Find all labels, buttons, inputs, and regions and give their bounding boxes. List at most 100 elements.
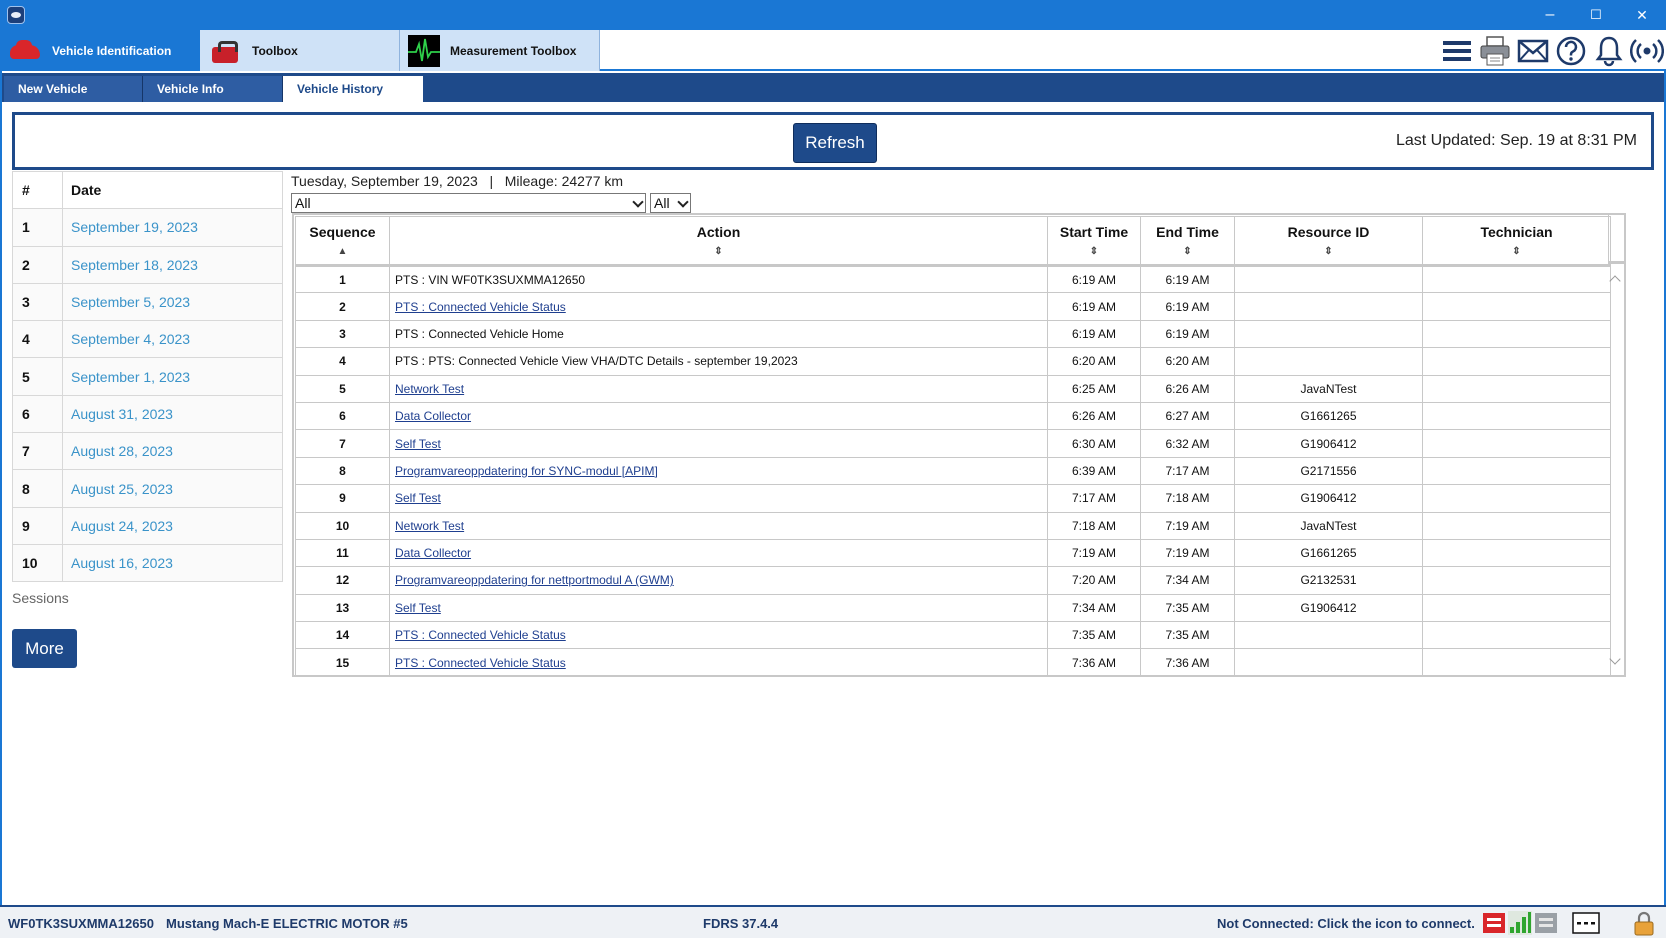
table-row[interactable]: 4 September 4, 2023 — [12, 320, 283, 359]
minimize-button[interactable]: – — [1528, 0, 1572, 30]
start-time-cell: 7:35 AM — [1047, 621, 1141, 650]
table-row: 13 Self Test 7:34 AM 7:35 AM G1906412 — [295, 593, 1611, 623]
session-date-link[interactable]: September 18, 2023 — [62, 245, 283, 284]
action-link[interactable]: Data Collector — [389, 538, 1048, 568]
table-row: 10 Network Test 7:18 AM 7:19 AM JavaNTest — [295, 511, 1611, 540]
table-row[interactable]: 5 September 1, 2023 — [12, 357, 283, 396]
more-button[interactable]: More — [12, 629, 77, 668]
action-link[interactable]: PTS : Connected Vehicle Status — [389, 292, 1048, 321]
column-header-resource-id[interactable]: Resource ID ⇕ — [1234, 216, 1423, 267]
table-row[interactable]: 7 August 28, 2023 — [12, 432, 283, 471]
column-header-action[interactable]: Action ⇕ — [389, 216, 1048, 267]
sort-ascending-icon[interactable]: ▲ — [296, 246, 389, 257]
app-tab-bar: Vehicle Identification Toolbox Measureme… — [0, 30, 1666, 71]
session-date-link[interactable]: August 16, 2023 — [62, 543, 283, 583]
lock-icon[interactable] — [1632, 911, 1656, 936]
tab-vehicle-history[interactable]: Vehicle History — [283, 76, 423, 102]
sort-icon[interactable]: ⇕ — [1048, 246, 1140, 257]
action-link[interactable]: PTS : Connected Vehicle Status — [389, 621, 1048, 650]
column-header-technician[interactable]: Technician ⇕ — [1422, 216, 1611, 267]
maximize-button[interactable]: ☐ — [1574, 0, 1618, 30]
session-date-link[interactable]: September 1, 2023 — [62, 357, 283, 396]
sort-icon[interactable]: ⇕ — [1141, 246, 1234, 257]
vci-gray-icon[interactable] — [1534, 911, 1558, 935]
sort-icon[interactable]: ⇕ — [1235, 246, 1422, 257]
close-button[interactable]: ✕ — [1620, 0, 1664, 30]
table-row[interactable]: 8 August 25, 2023 — [12, 469, 283, 508]
signal-bars-icon[interactable] — [1508, 911, 1532, 935]
tab-toolbox[interactable]: Toolbox — [200, 30, 400, 71]
resource-id-cell: G1906412 — [1234, 484, 1423, 513]
wireless-icon[interactable] — [1628, 33, 1666, 69]
session-summary: Tuesday, September 19, 2023 | Mileage: 2… — [291, 173, 624, 189]
help-icon[interactable] — [1552, 33, 1590, 69]
session-date-link[interactable]: September 5, 2023 — [62, 282, 283, 322]
refresh-button[interactable]: Refresh — [793, 123, 877, 163]
sort-icon[interactable]: ⇕ — [390, 246, 1047, 257]
status-connection: Not Connected: Click the icon to connect… — [1217, 916, 1475, 931]
action-link[interactable]: Network Test — [389, 374, 1048, 403]
sub-tab-bar: New Vehicle Vehicle Info Vehicle History — [0, 73, 1666, 102]
mail-icon[interactable] — [1514, 33, 1552, 69]
table-row[interactable]: 1 September 19, 2023 — [12, 208, 283, 247]
session-date-link[interactable]: August 25, 2023 — [62, 469, 283, 508]
start-time-cell: 7:34 AM — [1047, 593, 1141, 623]
actions-table-container: Sequence ▲ Action ⇕ Start Time ⇕ End Time ⇕ … — [292, 213, 1626, 677]
session-date-link[interactable]: September 19, 2023 — [62, 208, 283, 247]
action-cell: PTS : PTS: Connected Vehicle View VHA/DT… — [389, 347, 1048, 376]
action-link[interactable]: Self Test — [389, 593, 1048, 623]
session-date-link[interactable]: August 31, 2023 — [62, 394, 283, 434]
action-link[interactable]: Programvareoppdatering for SYNC-modul [A… — [389, 456, 1048, 486]
start-time-cell: 7:20 AM — [1047, 566, 1141, 595]
session-date-link[interactable]: August 24, 2023 — [62, 506, 283, 545]
sort-icon[interactable]: ⇕ — [1423, 246, 1610, 257]
scroll-down-icon[interactable] — [1609, 653, 1621, 665]
menu-icon[interactable] — [1438, 33, 1476, 69]
scroll-up-icon[interactable] — [1609, 275, 1621, 287]
table-row: 1 PTS : VIN WF0TK3SUXMMA12650 6:19 AM 6:19 … — [295, 264, 1611, 294]
technician-cell — [1422, 621, 1611, 650]
session-number: 5 — [12, 357, 63, 396]
tab-measurement-toolbox[interactable]: Measurement Toolbox — [400, 30, 600, 71]
dash-icon[interactable] — [1572, 911, 1600, 935]
column-header-sequence[interactable]: Sequence ▲ — [295, 216, 390, 267]
table-row[interactable]: 9 August 24, 2023 — [12, 506, 283, 545]
table-row[interactable]: 2 September 18, 2023 — [12, 245, 283, 284]
tab-new-vehicle[interactable]: New Vehicle — [4, 76, 143, 102]
chevron-down-icon — [677, 196, 689, 208]
tab-vehicle-identification[interactable]: Vehicle Identification — [0, 30, 200, 71]
sequence-cell: 10 — [295, 511, 390, 540]
action-link[interactable]: Data Collector — [389, 401, 1048, 431]
table-row[interactable]: 6 August 31, 2023 — [12, 394, 283, 434]
start-time-cell: 6:25 AM — [1047, 374, 1141, 403]
session-date-link[interactable]: September 4, 2023 — [62, 320, 283, 359]
bell-icon[interactable] — [1590, 33, 1628, 69]
table-row[interactable]: 10 August 16, 2023 — [12, 543, 283, 583]
actions-header-row: Sequence ▲ Action ⇕ Start Time ⇕ End Time ⇕ … — [295, 216, 1611, 267]
table-row: 12 Programvareoppdatering for nettportmod… — [295, 566, 1611, 595]
action-link[interactable]: Programvareoppdatering for nettportmodul… — [389, 566, 1048, 595]
session-date-link[interactable]: August 28, 2023 — [62, 432, 283, 471]
table-row[interactable]: 3 September 5, 2023 — [12, 282, 283, 322]
start-time-cell: 6:19 AM — [1047, 319, 1141, 349]
action-filter-select[interactable]: All — [291, 193, 646, 213]
table-row: 14 PTS : Connected Vehicle Status 7:35 AM 7… — [295, 621, 1611, 650]
module-filter-select[interactable]: All — [650, 193, 691, 213]
printer-icon[interactable] — [1476, 33, 1514, 69]
end-time-cell: 6:26 AM — [1140, 374, 1235, 403]
technician-cell — [1422, 401, 1611, 431]
start-time-cell: 6:19 AM — [1047, 264, 1141, 294]
column-header-end-time[interactable]: End Time ⇕ — [1140, 216, 1235, 267]
tab-vehicle-info[interactable]: Vehicle Info — [143, 76, 283, 102]
action-link[interactable]: Network Test — [389, 511, 1048, 540]
action-link[interactable]: Self Test — [389, 429, 1048, 458]
table-row: 5 Network Test 6:25 AM 6:26 AM JavaNTest — [295, 374, 1611, 403]
action-link[interactable]: PTS : Connected Vehicle Status — [389, 648, 1048, 677]
last-updated-text: Last Updated: Sep. 19 at 8:31 PM — [1395, 132, 1637, 149]
vertical-scrollbar[interactable] — [1609, 267, 1623, 675]
action-link[interactable]: Self Test — [389, 484, 1048, 513]
start-time-cell: 6:26 AM — [1047, 401, 1141, 431]
vci-red-icon[interactable] — [1482, 911, 1506, 935]
end-time-cell: 6:32 AM — [1140, 429, 1235, 458]
column-header-start-time[interactable]: Start Time ⇕ — [1047, 216, 1141, 267]
